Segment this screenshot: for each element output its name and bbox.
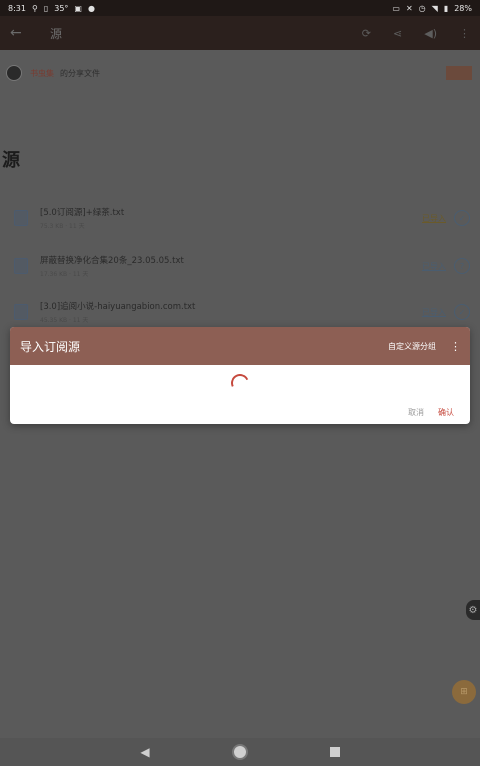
side-handle-icon[interactable]: ⚙ (466, 600, 480, 620)
file-import-link[interactable]: 已导入 (422, 213, 446, 224)
gallery-icon: ▣ (74, 3, 82, 13)
confirm-button[interactable]: 确认 (438, 407, 454, 418)
wifi-icon: ◥ (431, 3, 438, 13)
refresh-icon[interactable]: ⟳ (362, 27, 371, 40)
alarm-icon: ◷ (418, 3, 426, 13)
file-info: [3.0]追阅小说-haiyuangabion.com.txt 45.35 KB… (40, 300, 422, 324)
file-item[interactable]: 屏蔽替换净化合集20条_23.05.05.txt 17.36 KB · 11 天… (14, 248, 470, 284)
battery-icon: ▮ (443, 3, 449, 13)
cancel-button[interactable]: 取消 (408, 407, 424, 418)
share-row: 书虫集 的分享文件 (6, 62, 472, 84)
import-dialog: 导入订阅源 自定义源分组 ⋮ 取消 确认 (10, 327, 470, 424)
file-item[interactable]: [5.0订阅源]+绿茶.txt 75.3 KB · 11 天 已导入 ✓ (14, 200, 470, 236)
share-user: 书虫集 (30, 68, 54, 78)
file-name: [3.0]追阅小说-haiyuangabion.com.txt (40, 302, 196, 312)
more-vert-icon[interactable]: ⋮ (450, 340, 461, 353)
cast-icon: ▭ (392, 3, 400, 13)
more-vert-icon[interactable]: ⋮ (459, 27, 470, 40)
file-name: 屏蔽替换净化合集20条_23.05.05.txt (40, 256, 184, 266)
status-left: 8:31 ⚲ ▯ 35° ▣ ● (8, 4, 95, 13)
file-info: 屏蔽替换净化合集20条_23.05.05.txt 17.36 KB · 11 天 (40, 254, 422, 278)
volume-icon[interactable]: ◀) (424, 27, 437, 40)
status-bar: 8:31 ⚲ ▯ 35° ▣ ● ▭ ✕ ◷ ◥ ▮ 28% (0, 0, 480, 16)
usb-icon: ⚲ (31, 3, 38, 13)
file-info: [5.0订阅源]+绿茶.txt 75.3 KB · 11 天 (40, 206, 422, 230)
check-icon: ✓ (454, 304, 470, 320)
share-text: 的分享文件 (60, 68, 100, 78)
file-item[interactable]: [3.0]追阅小说-haiyuangabion.com.txt 45.35 KB… (14, 294, 470, 330)
dialog-footer: 取消 确认 (10, 401, 470, 424)
fab-button[interactable]: ⊞ (452, 680, 476, 704)
file-name: [5.0订阅源]+绿茶.txt (40, 208, 125, 218)
file-import-link[interactable]: 已导入 (422, 261, 446, 272)
nav-recent-icon[interactable] (329, 747, 340, 757)
share-icon[interactable]: ⋖ (393, 27, 402, 40)
screen: 8:31 ⚲ ▯ 35° ▣ ● ▭ ✕ ◷ ◥ ▮ 28% ← 源 ⟳ ⋖ ◀… (0, 0, 480, 766)
status-battery: 28% (454, 3, 472, 13)
page-heading: 源 (2, 150, 20, 171)
mute-icon: ✕ (405, 3, 413, 13)
file-meta: 17.36 KB · 11 天 (40, 271, 89, 278)
file-icon (14, 304, 28, 320)
app-bar-actions: ⟳ ⋖ ◀) ⋮ (362, 27, 470, 40)
check-icon: ✓ (454, 210, 470, 226)
file-import-link[interactable]: 已导入 (422, 307, 446, 318)
nav-home-icon[interactable] (231, 744, 248, 760)
back-arrow-icon[interactable]: ← (10, 25, 40, 41)
file-icon (14, 210, 28, 226)
status-temperature: 35° (54, 3, 69, 13)
avatar (6, 65, 22, 81)
file-icon (14, 258, 28, 274)
app-bar: ← 源 ⟳ ⋖ ◀) ⋮ (0, 16, 480, 50)
help-icon: ? (454, 258, 470, 274)
nav-back-icon[interactable]: ◀ (140, 745, 149, 759)
custom-group-button[interactable]: 自定义源分组 (388, 341, 436, 352)
file-meta: 75.3 KB · 11 天 (40, 223, 85, 230)
status-time: 8:31 (8, 3, 26, 13)
battery-saver-icon: ▯ (43, 3, 49, 13)
loading-spinner-icon (228, 371, 252, 395)
navigation-bar: ◀ (0, 738, 480, 766)
dialog-header: 导入订阅源 自定义源分组 ⋮ (10, 327, 470, 365)
dialog-body (10, 365, 470, 401)
share-action-button[interactable] (446, 66, 472, 80)
circle-icon: ● (87, 3, 95, 13)
dialog-title: 导入订阅源 (20, 339, 81, 354)
status-right: ▭ ✕ ◷ ◥ ▮ 28% (392, 4, 472, 13)
app-bar-title: 源 (50, 26, 63, 41)
file-meta: 45.35 KB · 11 天 (40, 317, 89, 324)
